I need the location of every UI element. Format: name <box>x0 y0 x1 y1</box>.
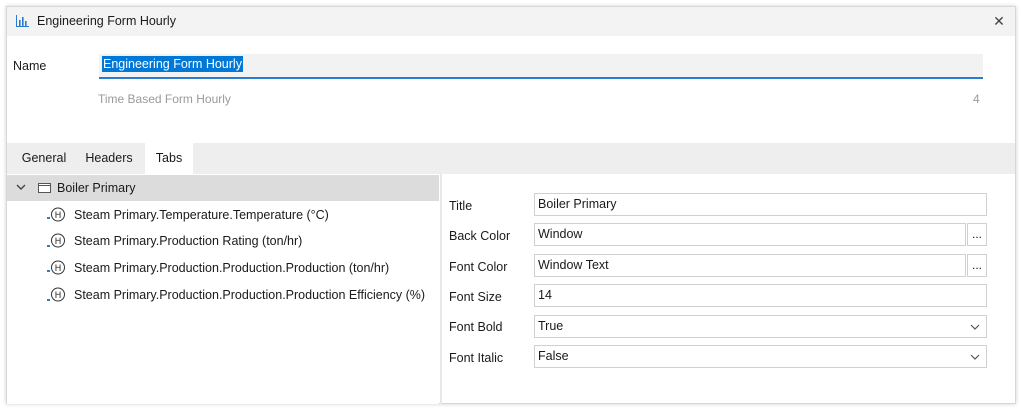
title-field-value: Boiler Primary <box>538 197 617 211</box>
tree-item-label: Steam Primary.Production.Production.Prod… <box>74 288 426 302</box>
font-italic-select[interactable]: False <box>534 345 987 368</box>
tab-tabs[interactable]: Tabs <box>145 143 193 174</box>
name-label: Name <box>13 59 47 73</box>
dialog-window: Engineering Form Hourly ✕ Name Engineeri… <box>6 6 1016 404</box>
font-bold-label: Font Bold <box>449 320 503 334</box>
count-text: 4 <box>973 92 980 106</box>
font-size-label: Font Size <box>449 290 502 304</box>
chevron-down-icon[interactable] <box>15 181 27 193</box>
back-color-picker-button[interactable]: ... <box>967 223 987 246</box>
title-label: Title <box>449 199 473 213</box>
close-button[interactable]: ✕ <box>991 12 1007 30</box>
font-bold-select-value: True <box>538 319 564 333</box>
name-input[interactable]: Engineering Form Hourly <box>99 54 983 79</box>
historian-tag-icon: H <box>47 233 65 248</box>
font-size-field[interactable]: 14 <box>534 284 987 307</box>
tree-item-label: Steam Primary.Production.Production.Prod… <box>74 261 390 275</box>
close-icon: ✕ <box>993 13 1005 29</box>
chevron-down-icon <box>970 354 980 360</box>
tree-item[interactable]: H Steam Primary.Production Rating (ton/h… <box>7 228 439 254</box>
font-bold-select[interactable]: True <box>534 315 987 338</box>
title-bar: Engineering Form Hourly ✕ <box>7 7 1015 36</box>
tab-general[interactable]: General <box>13 143 75 174</box>
tab-headers[interactable]: Headers <box>79 143 139 174</box>
back-color-field[interactable]: Window <box>534 223 966 246</box>
tree-item[interactable]: H Steam Primary.Temperature.Temperature … <box>7 202 439 228</box>
tree-item-label: Steam Primary.Temperature.Temperature (°… <box>74 208 329 222</box>
svg-text:H: H <box>55 264 62 274</box>
font-size-field-value: 14 <box>538 288 552 302</box>
tree-pane: Boiler Primary H Steam Primary.Temperatu… <box>7 174 439 404</box>
name-input-value: Engineering Form Hourly <box>102 56 243 72</box>
back-color-label: Back Color <box>449 229 511 243</box>
tree-item[interactable]: H Steam Primary.Production.Production.Pr… <box>7 282 439 308</box>
folder-icon <box>38 183 51 193</box>
font-italic-select-value: False <box>538 349 569 363</box>
tree-root-item[interactable]: Boiler Primary <box>7 175 439 201</box>
font-color-field[interactable]: Window Text <box>534 254 966 277</box>
font-color-picker-button[interactable]: ... <box>967 254 987 277</box>
font-italic-label: Font Italic <box>449 351 504 365</box>
tree-root-label: Boiler Primary <box>57 181 136 195</box>
tree-item-label: Steam Primary.Production Rating (ton/hr) <box>74 234 303 248</box>
window-title: Engineering Form Hourly <box>37 14 176 28</box>
historian-tag-icon: H <box>47 207 65 222</box>
historian-tag-icon: H <box>47 287 65 302</box>
svg-text:H: H <box>55 237 62 247</box>
back-color-field-value: Window <box>538 227 583 241</box>
tab-bar: General Headers Tabs <box>7 143 1015 174</box>
chevron-down-icon <box>970 324 980 330</box>
chart-icon <box>16 15 29 27</box>
font-color-label: Font Color <box>449 260 508 274</box>
form-type-text: Time Based Form Hourly <box>98 92 231 106</box>
tree-item[interactable]: H Steam Primary.Production.Production.Pr… <box>7 255 439 281</box>
svg-text:H: H <box>55 291 62 301</box>
font-color-field-value: Window Text <box>538 258 609 272</box>
svg-text:H: H <box>55 211 62 221</box>
historian-tag-icon: H <box>47 260 65 275</box>
title-field[interactable]: Boiler Primary <box>534 193 987 216</box>
pane-divider[interactable] <box>440 174 442 404</box>
